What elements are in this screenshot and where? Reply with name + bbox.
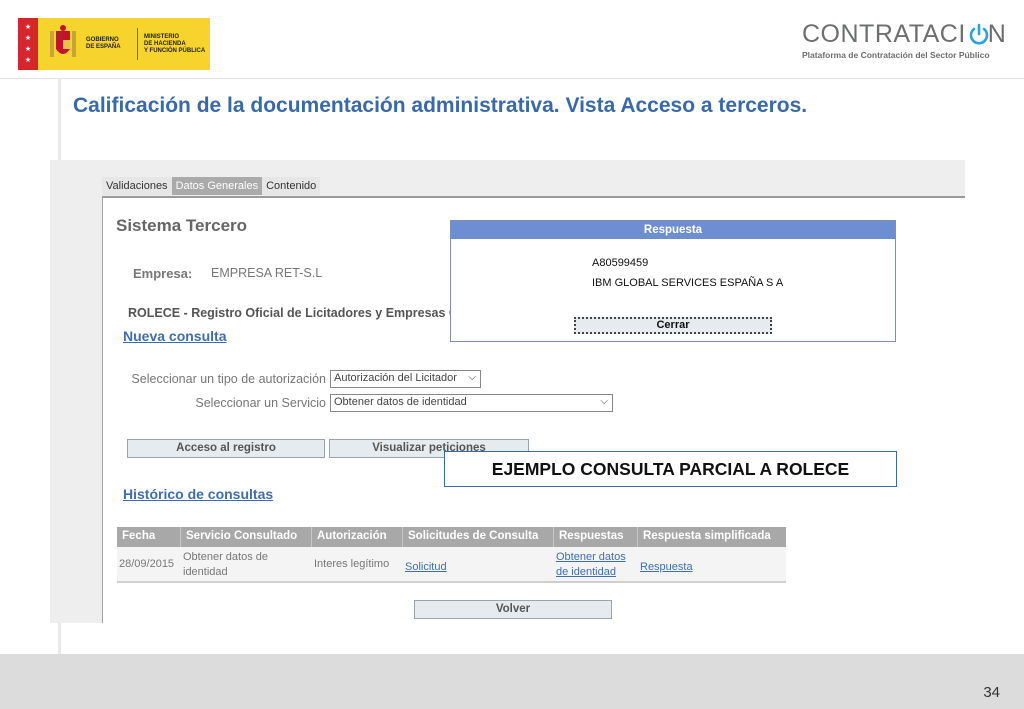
gov-line2: DE ESPAÑA — [86, 44, 121, 50]
tab-validaciones[interactable]: Validaciones — [102, 177, 172, 195]
stars-icon: ★ ★ ★ ★ — [24, 24, 32, 64]
response-id: A80599459 — [592, 257, 649, 269]
cell-fecha: 28/09/2015 — [119, 558, 175, 570]
column-header: Solicitudes de Consulta — [403, 527, 554, 547]
tab-datos-generales[interactable]: Datos Generales — [171, 177, 263, 195]
contratacion-logo: CONTRATACI N Plataforma de Contratación d… — [802, 20, 1012, 64]
respuestas-link[interactable]: Obtener datos de identidad — [554, 547, 638, 581]
access-registry-button[interactable]: Acceso al registro — [127, 439, 325, 458]
cell-servicio-line2: identidad — [183, 566, 228, 578]
column-header: Servicio Consultado — [181, 527, 312, 547]
ministry-line1: MINISTERIO — [144, 33, 180, 40]
new-query-link[interactable]: Nueva consulta — [123, 328, 226, 344]
history-link[interactable]: Histórico de consultas — [123, 486, 273, 502]
brand-word: CONTRATACI — [802, 20, 966, 48]
cell-servicio: Obtener datos de identidad — [181, 547, 312, 581]
back-button[interactable]: Volver — [414, 600, 612, 619]
dialog-title: Respuesta — [451, 221, 895, 239]
cell-respuesta-simplificada: Respuesta — [638, 547, 786, 581]
ministry-line2: DE HACIENDA — [144, 40, 186, 47]
respuestas-link-line2: de identidad — [556, 566, 616, 578]
gov-separator — [137, 28, 138, 60]
empresa-value: EMPRESA RET-S.L — [211, 266, 323, 280]
brand-subtitle: Plataforma de Contratación del Sector Pú… — [802, 50, 990, 60]
column-header: Respuesta simplificada — [643, 530, 771, 542]
response-dialog: Respuesta A80599459 IBM GLOBAL SERVICES … — [450, 220, 896, 342]
auth-type-label: Seleccionar un tipo de autorización — [131, 372, 326, 386]
gov-logo-band: GOBIERNO DE ESPAÑA MINISTERIO DE HACIEND… — [38, 18, 210, 70]
gov-logo: ★ ★ ★ ★ GOBIERNO DE ESPAÑA MINISTERIO DE HA… — [18, 18, 210, 70]
brand-word-end: N — [987, 20, 1007, 48]
service-label: Seleccionar un Servicio — [195, 396, 326, 410]
tab-bar: Validaciones Datos Generales Contenido — [102, 177, 321, 195]
solicitud-link[interactable]: Solicitud — [403, 558, 449, 576]
service-select[interactable]: Obtener datos de identidad ⌵ — [330, 394, 613, 412]
chevron-down-icon: ⌵ — [600, 396, 608, 407]
service-value: Obtener datos de identidad — [334, 396, 467, 408]
example-callout: EJEMPLO CONSULTA PARCIAL A ROLECE — [444, 451, 897, 487]
auth-type-select[interactable]: Autorización del Licitador ⌵ — [330, 370, 481, 388]
header-divider — [0, 78, 1024, 79]
history-table: Fecha Servicio Consultado Autorización S… — [117, 527, 786, 583]
cell-autorizacion: Interes legítimo — [314, 558, 390, 570]
power-icon — [969, 23, 989, 45]
response-company: IBM GLOBAL SERVICES ESPAÑA S A — [592, 277, 784, 289]
column-header: Respuestas — [554, 527, 638, 547]
eu-flag-strip: ★ ★ ★ ★ — [18, 18, 38, 70]
page-number: 34 — [983, 684, 1000, 701]
tab-contenido[interactable]: Contenido — [262, 177, 321, 195]
chevron-down-icon: ⌵ — [468, 372, 476, 383]
slide-title: Calificación de la documentación adminis… — [73, 94, 808, 117]
column-header: Autorización — [312, 527, 403, 547]
panel-title: Sistema Tercero — [116, 216, 248, 235]
cell-servicio-line1: Obtener datos de — [183, 551, 269, 563]
table-row: 28/09/2015 Obtener datos de identidad In… — [117, 547, 786, 583]
slide-footer: 34 — [0, 654, 1024, 709]
coat-of-arms-icon — [50, 25, 76, 57]
gov-line1: GOBIERNO — [86, 37, 119, 43]
table-header: Fecha Servicio Consultado Autorización S… — [117, 527, 786, 547]
column-header: Fecha — [117, 527, 181, 547]
rolece-heading: ROLECE - Registro Oficial de Licitadores… — [128, 306, 451, 320]
respuesta-simplificada-link[interactable]: Respuesta — [638, 558, 695, 576]
close-button[interactable]: Cerrar — [574, 317, 772, 334]
empresa-label: Empresa: — [133, 266, 193, 281]
cell-solicitud: Solicitud — [403, 547, 554, 581]
auth-type-value: Autorización del Licitador — [334, 372, 457, 384]
respuestas-link-line1: Obtener datos — [556, 551, 626, 563]
ministry-line3: Y FUNCIÓN PÚBLICA — [144, 47, 206, 54]
